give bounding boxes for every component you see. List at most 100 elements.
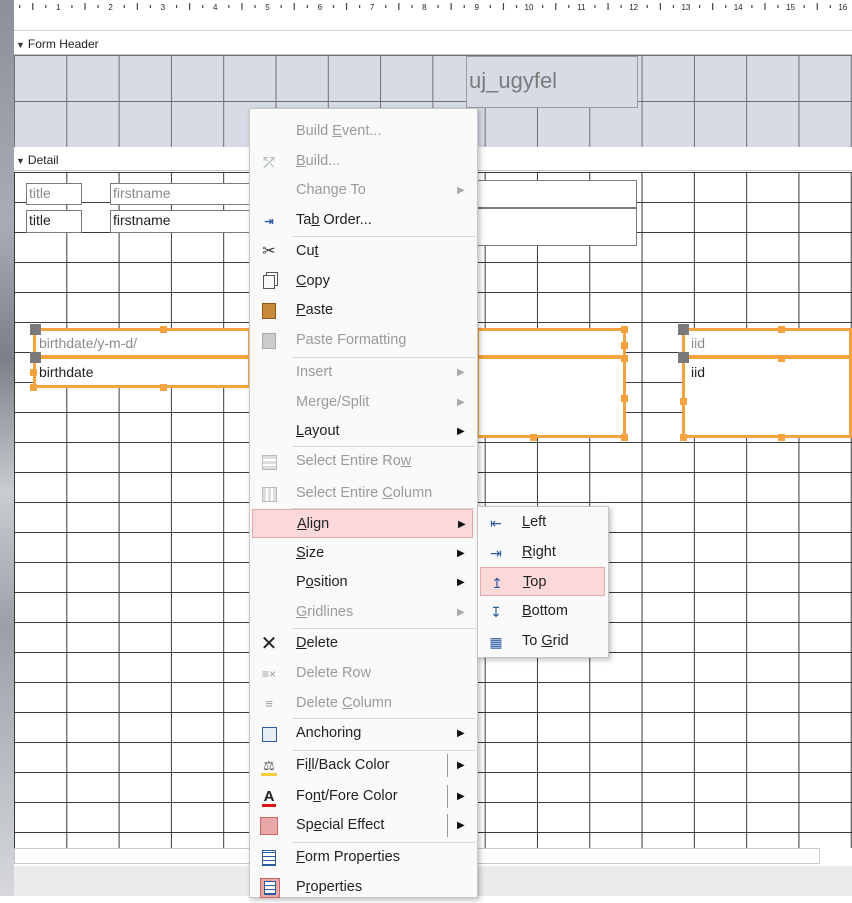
ruler-number: 5 — [265, 3, 270, 12]
menu-item[interactable]: Size ▶ — [252, 539, 473, 568]
resize-handle[interactable] — [621, 342, 628, 349]
menu-item[interactable]: ✕ Delete — [252, 629, 473, 658]
align-submenu-item[interactable]: ↧ Bottom — [480, 597, 605, 626]
menu-item-label: Delete Row — [296, 665, 371, 681]
horizontal-ruler[interactable]: 1 2 3 4 5 6 7 8 9 10 11 12 13 14 15 16 — [14, 0, 852, 31]
chevron-right-icon: ▶ — [457, 760, 465, 771]
align-submenu[interactable]: ⇤ Left ⇥ Right ↥ Top ↧ Bottom ▦ To Grid — [477, 506, 609, 658]
form-properties-icon — [260, 849, 278, 867]
title-textbox-control[interactable]: title — [26, 210, 82, 233]
resize-handle[interactable] — [30, 369, 37, 376]
resize-handle[interactable] — [778, 434, 785, 441]
resize-handle[interactable] — [160, 384, 167, 391]
menu-item[interactable]: Copy — [252, 267, 473, 296]
menu-item[interactable]: Align ▶ — [252, 509, 473, 538]
align-submenu-label: To Grid — [522, 633, 569, 649]
background-strip — [0, 0, 14, 896]
resize-handle[interactable] — [621, 355, 628, 362]
menu-item[interactable]: ⇥ Tab Order... — [252, 206, 473, 235]
align-to-grid-icon: ▦ — [489, 634, 503, 650]
menu-item[interactable]: A Font/Fore Color ▶ — [252, 782, 473, 811]
ruler-tick — [32, 3, 34, 10]
resize-handle[interactable] — [778, 326, 785, 333]
align-submenu-item[interactable]: ↥ Top — [480, 567, 605, 596]
ruler-tick — [607, 3, 609, 10]
ruler-tick — [672, 5, 675, 8]
ruler-tick — [829, 5, 831, 8]
hidden-textbox-control[interactable] — [476, 208, 637, 246]
resize-handle[interactable] — [530, 434, 537, 441]
firstname-label-control[interactable]: firstname — [110, 183, 255, 205]
menu-item-label: Delete Column — [296, 695, 392, 711]
menu-item-label: Paste Formatting — [296, 332, 407, 348]
resize-handle[interactable] — [621, 434, 628, 441]
ruler-tick — [306, 5, 308, 8]
resize-handle[interactable] — [30, 384, 37, 391]
align-submenu-item[interactable]: ▦ To Grid — [480, 627, 605, 656]
menu-item[interactable]: Change To ▶ — [252, 176, 473, 205]
ruler-tick — [542, 5, 544, 8]
move-handle[interactable] — [30, 324, 41, 335]
menu-item[interactable]: Form Properties — [252, 843, 473, 872]
menu-item[interactable]: Paste Formatting — [252, 326, 473, 355]
menu-item[interactable]: Select Entire Row — [252, 447, 473, 476]
ruler-number: 6 — [318, 3, 323, 12]
chevron-right-icon: ▶ — [458, 519, 466, 530]
resize-handle[interactable] — [680, 434, 687, 441]
ruler-tick — [568, 5, 570, 8]
menu-item[interactable]: Layout ▶ — [252, 417, 473, 446]
selection-box-textbox[interactable] — [476, 356, 626, 438]
ruler-tick — [555, 3, 557, 10]
menu-item[interactable]: ≡× Delete Row — [252, 659, 473, 688]
properties-icon — [260, 878, 280, 898]
menu-item[interactable]: ≡ Delete Column — [252, 689, 473, 718]
chevron-right-icon: ▶ — [457, 791, 465, 802]
menu-item[interactable]: Insert ▶ — [252, 358, 473, 387]
firstname-textbox-control[interactable]: firstname — [110, 210, 255, 233]
menu-item[interactable]: Special Effect ▶ — [252, 811, 473, 840]
resize-handle[interactable] — [778, 355, 785, 362]
hidden-label-control[interactable] — [476, 180, 637, 208]
move-handle[interactable] — [678, 324, 689, 335]
ruler-number: 2 — [108, 3, 113, 12]
resize-handle[interactable] — [621, 395, 628, 402]
context-menu[interactable]: Build Event... ⤱ Build... Change To ▶ ⇥ Tab Or… — [249, 108, 478, 898]
menu-item-label: Build Event... — [296, 123, 382, 139]
resize-handle[interactable] — [160, 326, 167, 333]
menu-item[interactable]: Select Entire Column — [252, 479, 473, 508]
align-submenu-item[interactable]: ⇤ Left — [480, 508, 605, 537]
birthdate-textbox-selection[interactable]: birthdate — [33, 356, 251, 388]
menu-item[interactable]: Anchoring ▶ — [252, 719, 473, 748]
ruler-tick — [489, 5, 491, 8]
menu-item[interactable]: Properties — [252, 873, 473, 902]
menu-item[interactable]: Position ▶ — [252, 568, 473, 597]
ruler-tick — [345, 3, 348, 10]
menu-item[interactable]: ✂ Cut — [252, 237, 473, 266]
menu-item[interactable]: Merge/Split ▶ — [252, 388, 473, 417]
align-submenu-item[interactable]: ⇥ Right — [480, 538, 605, 567]
menu-item[interactable]: Gridlines ▶ — [252, 598, 473, 627]
title-label-control[interactable]: title — [26, 183, 82, 205]
select-row-icon — [260, 453, 278, 471]
menu-item[interactable]: Paste — [252, 296, 473, 325]
form-title-label[interactable]: uj_ugyfel — [466, 56, 638, 108]
chevron-right-icon: ▶ — [457, 728, 465, 739]
resize-handle[interactable] — [621, 326, 628, 333]
birthdate-label-selection[interactable]: birthdate/y-m-d/ — [33, 328, 251, 358]
ruler-tick — [71, 5, 73, 8]
form-header-bar[interactable]: ▼ Form Header — [14, 34, 852, 55]
iid-label-control: iid — [691, 335, 706, 351]
iid-textbox-control: iid — [691, 364, 706, 380]
birthdate-label-control: birthdate/y-m-d/ — [39, 335, 138, 351]
chevron-right-icon: ▶ — [457, 367, 465, 378]
move-handle[interactable] — [30, 352, 41, 363]
menu-item[interactable]: ⤱ Build... — [252, 147, 473, 176]
iid-label-selection[interactable]: iid — [682, 328, 852, 358]
move-handle[interactable] — [678, 352, 689, 363]
resize-handle[interactable] — [680, 398, 687, 405]
menu-item[interactable]: ⚖ Fill/Back Color ▶ — [252, 751, 473, 780]
menu-item[interactable]: Build Event... — [252, 117, 473, 146]
menu-item-label: Select Entire Column — [296, 485, 433, 501]
iid-textbox-selection[interactable]: iid — [682, 356, 852, 438]
selection-box-label[interactable] — [476, 328, 626, 358]
